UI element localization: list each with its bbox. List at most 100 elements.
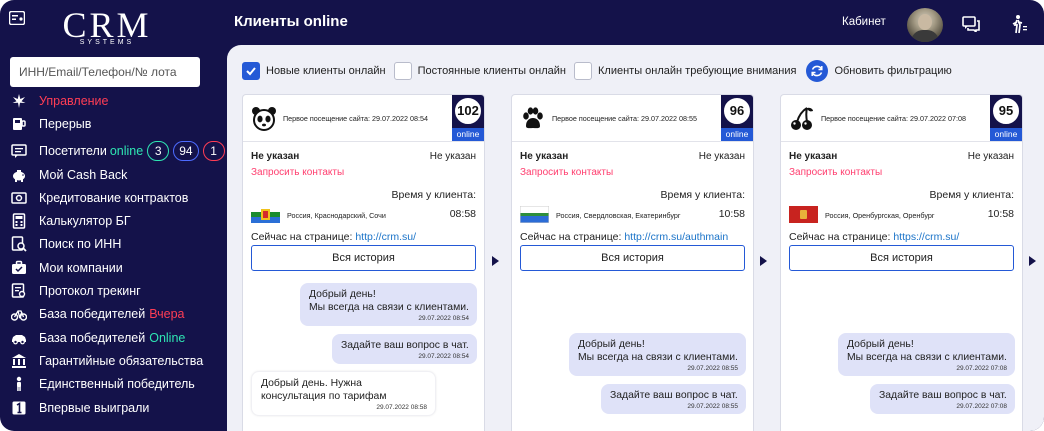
- bicycle-icon: [11, 306, 27, 322]
- sidebar-item-cashback[interactable]: Мой Cash Back: [0, 163, 227, 186]
- online-tag: online: [990, 128, 1022, 141]
- avatar[interactable]: [907, 8, 943, 42]
- current-page-row: Сейчас на странице: http://crm.su/authma…: [520, 231, 728, 243]
- first-visit-text: Первое посещение сайта: 29.07.2022 08:55: [552, 114, 697, 123]
- new-clients-label[interactable]: Новые клиенты онлайн: [266, 65, 386, 77]
- card-arrow-right-icon[interactable]: [492, 256, 499, 266]
- contact-row: Не указан Не указан: [789, 151, 1014, 162]
- attention-clients-checkbox[interactable]: [574, 62, 593, 80]
- piggy-bank-icon: [11, 167, 27, 183]
- first-visit-text: Первое посещение сайта: 29.07.2022 07:08: [821, 114, 966, 123]
- attention-clients-label[interactable]: Клиенты онлайн требующие внимания: [598, 65, 796, 77]
- message-text: Добрый день! Мы всегда на связи с клиент…: [847, 339, 1007, 363]
- request-contacts-link[interactable]: Запросить контакты: [251, 167, 476, 178]
- sidebar-item-calculator[interactable]: Калькулятор БГ: [0, 209, 227, 232]
- money-icon: [11, 190, 27, 206]
- full-history-button[interactable]: Вся история: [789, 245, 1014, 271]
- sidebar-item-winners-yesterday[interactable]: База победителей Вчера: [0, 303, 227, 326]
- sidebar-item-label: Перерыв: [39, 116, 92, 131]
- sidebar-item-label: Поиск по ИНН: [39, 237, 122, 252]
- message-text: Задайте ваш вопрос в чат.: [610, 390, 738, 401]
- request-contacts-link[interactable]: Запросить контакты: [789, 167, 1014, 178]
- client-location: Россия, Оренбургская, Оренбург: [825, 211, 935, 220]
- sidebar-item-credit[interactable]: Кредитование контрактов: [0, 186, 227, 209]
- chat-message-operator: Задайте ваш вопрос в чат. 29.07.2022 08:…: [601, 384, 746, 414]
- current-page-link[interactable]: http://crm.su/authmain: [624, 231, 728, 243]
- message-time: 29.07.2022 08:55: [687, 365, 738, 372]
- sidebar-item-protocol[interactable]: Протокол трекинг: [0, 279, 227, 302]
- person-icon: [11, 376, 27, 392]
- filter-bar: Новые клиенты онлайн Постоянные клиенты …: [242, 60, 952, 82]
- current-page-label: Сейчас на странице:: [251, 231, 353, 243]
- cabinet-link[interactable]: Кабинет: [842, 16, 886, 28]
- flag-stripe-middle: [520, 213, 549, 216]
- contact-row: Не указан Не указан: [251, 151, 476, 162]
- visitors-count-badge[interactable]: 94: [173, 141, 199, 162]
- regular-clients-checkbox[interactable]: [393, 62, 412, 80]
- refresh-filter-label[interactable]: Обновить фильтрацию: [834, 65, 951, 77]
- sidebar-item-winners-online[interactable]: База победителей Online: [0, 326, 227, 349]
- client-time: 10:58: [718, 208, 745, 220]
- visitors-count-badge[interactable]: 3: [147, 141, 170, 162]
- regular-clients-label[interactable]: Постоянные клиенты онлайн: [418, 65, 566, 77]
- client-location: Россия, Свердловская, Екатеринбург: [556, 211, 681, 220]
- sidebar-item-label: База победителей: [39, 330, 146, 345]
- card-arrow-right-icon[interactable]: [1029, 256, 1036, 266]
- sidebar-item-label: Единственный победитель: [39, 377, 195, 392]
- sidebar-item-inn-search[interactable]: Поиск по ИНН: [0, 233, 227, 256]
- calculator-icon: [11, 213, 27, 229]
- sidebar-item-companies[interactable]: Мои компании: [0, 256, 227, 279]
- cherry-icon: [791, 107, 813, 130]
- crm-logo[interactable]: CRM SYSTEMS: [62, 7, 152, 46]
- client-card: Первое посещение сайта: 29.07.2022 08:55…: [511, 94, 754, 431]
- full-history-button[interactable]: Вся история: [251, 245, 476, 271]
- sidebar-item-label: Мой Cash Back: [39, 167, 128, 182]
- new-clients-checkbox[interactable]: [242, 62, 260, 80]
- chat-list-icon: [11, 143, 27, 159]
- sidebar-item-visitors[interactable]: Посетители online 3 94 1: [0, 140, 227, 163]
- message-time: 29.07.2022 08:55: [687, 403, 738, 410]
- message-text: Задайте ваш вопрос в чат.: [341, 340, 469, 351]
- message-text: Добрый день. Нужна консультация по тариф…: [261, 378, 387, 402]
- sidebar: CRM SYSTEMS Управление Перерыв Посетител…: [0, 0, 227, 431]
- card-arrow-right-icon[interactable]: [760, 256, 767, 266]
- menu-card-icon[interactable]: [9, 11, 25, 25]
- client-card: Первое посещение сайта: 29.07.2022 07:08…: [780, 94, 1023, 431]
- chat-message-operator: Задайте ваш вопрос в чат. 29.07.2022 07:…: [870, 384, 1015, 414]
- message-time: 29.07.2022 08:54: [418, 315, 469, 322]
- message-text: Задайте ваш вопрос в чат.: [879, 390, 1007, 401]
- coffee-icon: [11, 116, 27, 132]
- client-card-header: Первое посещение сайта: 29.07.2022 07:08…: [781, 95, 1022, 142]
- sidebar-nav: Управление Перерыв Посетители online 3 9…: [0, 89, 227, 419]
- score-badge: 96: [724, 98, 750, 124]
- full-history-button[interactable]: Вся история: [520, 245, 745, 271]
- current-page-link[interactable]: https://crm.su/: [893, 231, 959, 243]
- online-tag: online: [721, 128, 753, 141]
- sidebar-item-single-winner[interactable]: Единственный победитель: [0, 373, 227, 396]
- app-window: CRM SYSTEMS Управление Перерыв Посетител…: [0, 0, 1044, 431]
- chat-message-operator: Добрый день! Мы всегда на связи с клиент…: [300, 283, 477, 326]
- sidebar-item-break[interactable]: Перерыв: [0, 112, 227, 135]
- chat-icon[interactable]: [962, 16, 980, 32]
- sidebar-item-label: Управление: [39, 93, 109, 108]
- region-flag-icon: [251, 206, 280, 223]
- refresh-filter-button[interactable]: [806, 60, 829, 82]
- client-time: 08:58: [449, 208, 476, 220]
- briefcase-icon: [11, 260, 27, 276]
- sidebar-item-first-win[interactable]: Впервые выиграли: [0, 396, 227, 419]
- sidebar-item-management[interactable]: Управление: [0, 89, 227, 112]
- sidebar-item-label: Впервые выиграли: [39, 400, 150, 415]
- sidebar-item-guarantees[interactable]: Гарантийные обязательства: [0, 349, 227, 372]
- current-page-row: Сейчас на странице: https://crm.su/: [789, 231, 959, 243]
- page-title: Клиенты online: [234, 13, 348, 30]
- sidebar-item-label: Протокол трекинг: [39, 284, 141, 299]
- visitors-count-badge[interactable]: 1: [202, 141, 225, 162]
- score-box: 96 online: [721, 95, 753, 141]
- logout-walk-icon[interactable]: [1010, 14, 1028, 34]
- sidebar-item-label: Посетители: [39, 144, 107, 159]
- search-input[interactable]: [10, 57, 200, 87]
- region-flag-icon: [520, 206, 549, 223]
- current-page-link[interactable]: http://crm.su/: [355, 231, 416, 243]
- request-contacts-link[interactable]: Запросить контакты: [520, 167, 745, 178]
- message-time: 29.07.2022 08:54: [418, 353, 469, 360]
